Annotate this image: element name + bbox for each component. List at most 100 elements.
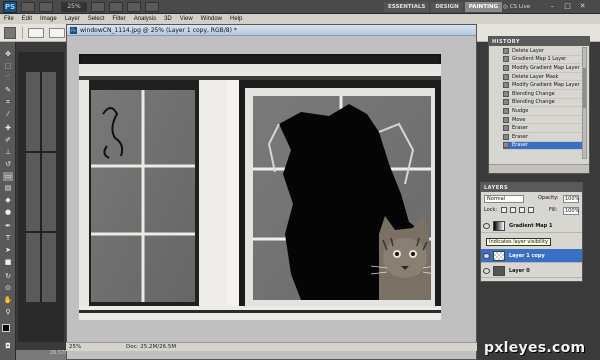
move-tool-icon[interactable]: ✥ <box>3 50 13 59</box>
history-state-icon <box>503 125 509 132</box>
lock-transparency-icon[interactable] <box>501 207 507 213</box>
status-zoom[interactable]: 25% <box>66 344 86 350</box>
workspace-design-button[interactable]: DESIGN <box>431 2 463 12</box>
bridge-button[interactable] <box>21 1 35 12</box>
menu-help[interactable]: Help <box>226 16 246 22</box>
brush-tool-icon[interactable]: ✐ <box>3 136 13 145</box>
tool-preset-picker[interactable] <box>4 26 16 39</box>
history-item[interactable]: Move <box>503 116 585 125</box>
hand-tool-icon[interactable]: ✋ <box>3 296 13 305</box>
eyedropper-tool-icon[interactable]: ⁄ <box>3 110 13 119</box>
history-item[interactable]: Modify Gradient Map Layer <box>503 81 585 90</box>
healing-brush-tool-icon[interactable]: ✚ <box>3 124 13 133</box>
history-scrollbar[interactable] <box>582 47 587 159</box>
history-brush-tool-icon[interactable]: ↺ <box>3 160 13 169</box>
minimize-button[interactable]: – <box>548 2 557 11</box>
menu-file[interactable]: File <box>0 16 18 22</box>
document-window[interactable]: Ps windowCN_1114.jpg @ 25% (Layer 1 copy… <box>66 24 477 360</box>
lock-pixels-icon[interactable] <box>510 207 516 213</box>
eye-icon[interactable] <box>483 267 490 274</box>
zoom-level-dropdown[interactable]: 25% <box>61 1 87 12</box>
background-document[interactable] <box>16 42 66 350</box>
history-item[interactable]: Modify Gradient Map Layer <box>503 64 585 73</box>
quick-select-tool-icon[interactable]: ✎ <box>3 86 13 95</box>
foreground-color-swatch[interactable] <box>2 324 10 332</box>
menu-edit[interactable]: Edit <box>18 16 36 22</box>
lock-all-icon[interactable] <box>528 207 534 213</box>
fill-field[interactable]: 100% <box>563 207 579 215</box>
3d-orbit-tool-icon[interactable]: ⊙ <box>3 284 13 293</box>
history-item[interactable]: Nudge <box>503 107 585 116</box>
path-selection-tool-icon[interactable]: ➤ <box>3 246 13 255</box>
history-item[interactable]: Blending Change <box>503 99 585 108</box>
blend-mode-select[interactable]: Normal <box>484 195 524 203</box>
layer-name: Layer 1 copy <box>509 252 545 259</box>
lock-position-icon[interactable] <box>519 207 525 213</box>
rotate-view-button[interactable] <box>109 1 123 12</box>
type-tool-icon[interactable]: T <box>3 234 13 243</box>
history-state-icon <box>503 116 509 123</box>
menu-analysis[interactable]: Analysis <box>130 16 160 22</box>
layers-tab[interactable]: LAYERS <box>481 183 582 192</box>
clone-stamp-tool-icon[interactable]: ⊥ <box>3 148 13 157</box>
history-item[interactable]: Eraser <box>503 133 585 142</box>
menu-filter[interactable]: Filter <box>108 16 129 22</box>
workspace-essentials-button[interactable]: ESSENTIALS <box>384 2 430 12</box>
history-item[interactable]: Delete Layer Mask <box>503 73 585 82</box>
cs-live-label: CS Live <box>509 4 531 10</box>
hand-tool-button[interactable] <box>91 1 105 12</box>
shape-tool-icon[interactable]: ■ <box>3 258 13 267</box>
crop-tool-icon[interactable]: ⌗ <box>3 98 13 107</box>
screen-mode-button[interactable] <box>145 1 159 12</box>
history-item[interactable]: Eraser <box>503 141 585 151</box>
menu-window[interactable]: Window <box>197 16 226 22</box>
document-canvas[interactable] <box>79 54 441 320</box>
layer-visibility-tooltip: Indicates layer visibility <box>486 238 551 246</box>
gradient-tool-icon[interactable]: ▤ <box>3 184 13 193</box>
opacity-field[interactable]: 100% <box>563 195 579 203</box>
lasso-tool-icon[interactable]: ➰ <box>3 74 13 83</box>
layer-row-layer-1-copy[interactable]: Layer 1 copy <box>481 249 582 263</box>
document-ps-icon: Ps <box>70 26 77 34</box>
menu-view[interactable]: View <box>176 16 197 22</box>
status-doc-size[interactable]: Doc: 25.2M/26.5M <box>126 344 176 350</box>
document-title-bar[interactable]: Ps windowCN_1114.jpg @ 25% (Layer 1 copy… <box>67 25 476 36</box>
document-title: windowCN_1114.jpg @ 25% (Layer 1 copy, R… <box>80 26 237 34</box>
layer-name: Layer 0 <box>509 267 530 274</box>
history-scroll-thumb[interactable] <box>583 68 586 108</box>
maximize-button[interactable]: □ <box>563 2 572 11</box>
menu-3d[interactable]: 3D <box>160 16 176 22</box>
zoom-tool-icon[interactable]: ⚲ <box>3 308 13 317</box>
close-button[interactable]: ✕ <box>578 2 587 11</box>
eye-icon[interactable] <box>483 222 490 229</box>
history-state-icon <box>503 56 509 63</box>
history-item-label: Eraser <box>512 133 529 140</box>
brush-panel-toggle[interactable] <box>49 27 65 38</box>
dodge-tool-icon[interactable]: ● <box>3 208 13 217</box>
history-item-label: Delete Layer Mask <box>512 73 559 80</box>
3d-rotate-tool-icon[interactable]: ↻ <box>3 272 13 281</box>
workspace-painting-button[interactable]: PAINTING <box>464 2 503 12</box>
application-bar: PS 25% ESSENTIALS DESIGN PAINTING ◎ CS L… <box>0 0 600 14</box>
arrange-documents-button[interactable] <box>127 1 141 12</box>
blur-tool-icon[interactable]: ◆ <box>3 196 13 205</box>
eye-icon[interactable] <box>483 252 490 259</box>
history-item[interactable]: Gradient Map 1 Layer <box>503 56 585 65</box>
menu-select[interactable]: Select <box>84 16 109 22</box>
brush-preset-picker[interactable] <box>28 27 44 38</box>
history-item[interactable]: Eraser <box>503 124 585 133</box>
layer-row-layer-0[interactable]: Layer 0 <box>481 264 582 278</box>
pen-tool-icon[interactable]: ✒ <box>3 222 13 231</box>
history-item[interactable]: Delete Layer <box>503 47 585 56</box>
marquee-tool-icon[interactable]: ⬚ <box>3 62 13 71</box>
history-tab[interactable]: HISTORY <box>489 37 589 46</box>
cs-live-button[interactable]: ◎ CS Live <box>500 2 533 12</box>
minibridge-button[interactable] <box>39 1 53 12</box>
layer-row-gradient-map[interactable]: Gradient Map 1 <box>481 219 582 233</box>
menu-layer[interactable]: Layer <box>61 16 84 22</box>
menu-image[interactable]: Image <box>36 16 61 22</box>
history-item[interactable]: Blending Change <box>503 90 585 99</box>
layers-panel: LAYERS Normal Opacity: 100% Lock: Fill: … <box>480 182 583 282</box>
quick-mask-icon[interactable]: ◘ <box>3 342 13 351</box>
eraser-tool-icon[interactable]: ▭ <box>3 172 13 181</box>
